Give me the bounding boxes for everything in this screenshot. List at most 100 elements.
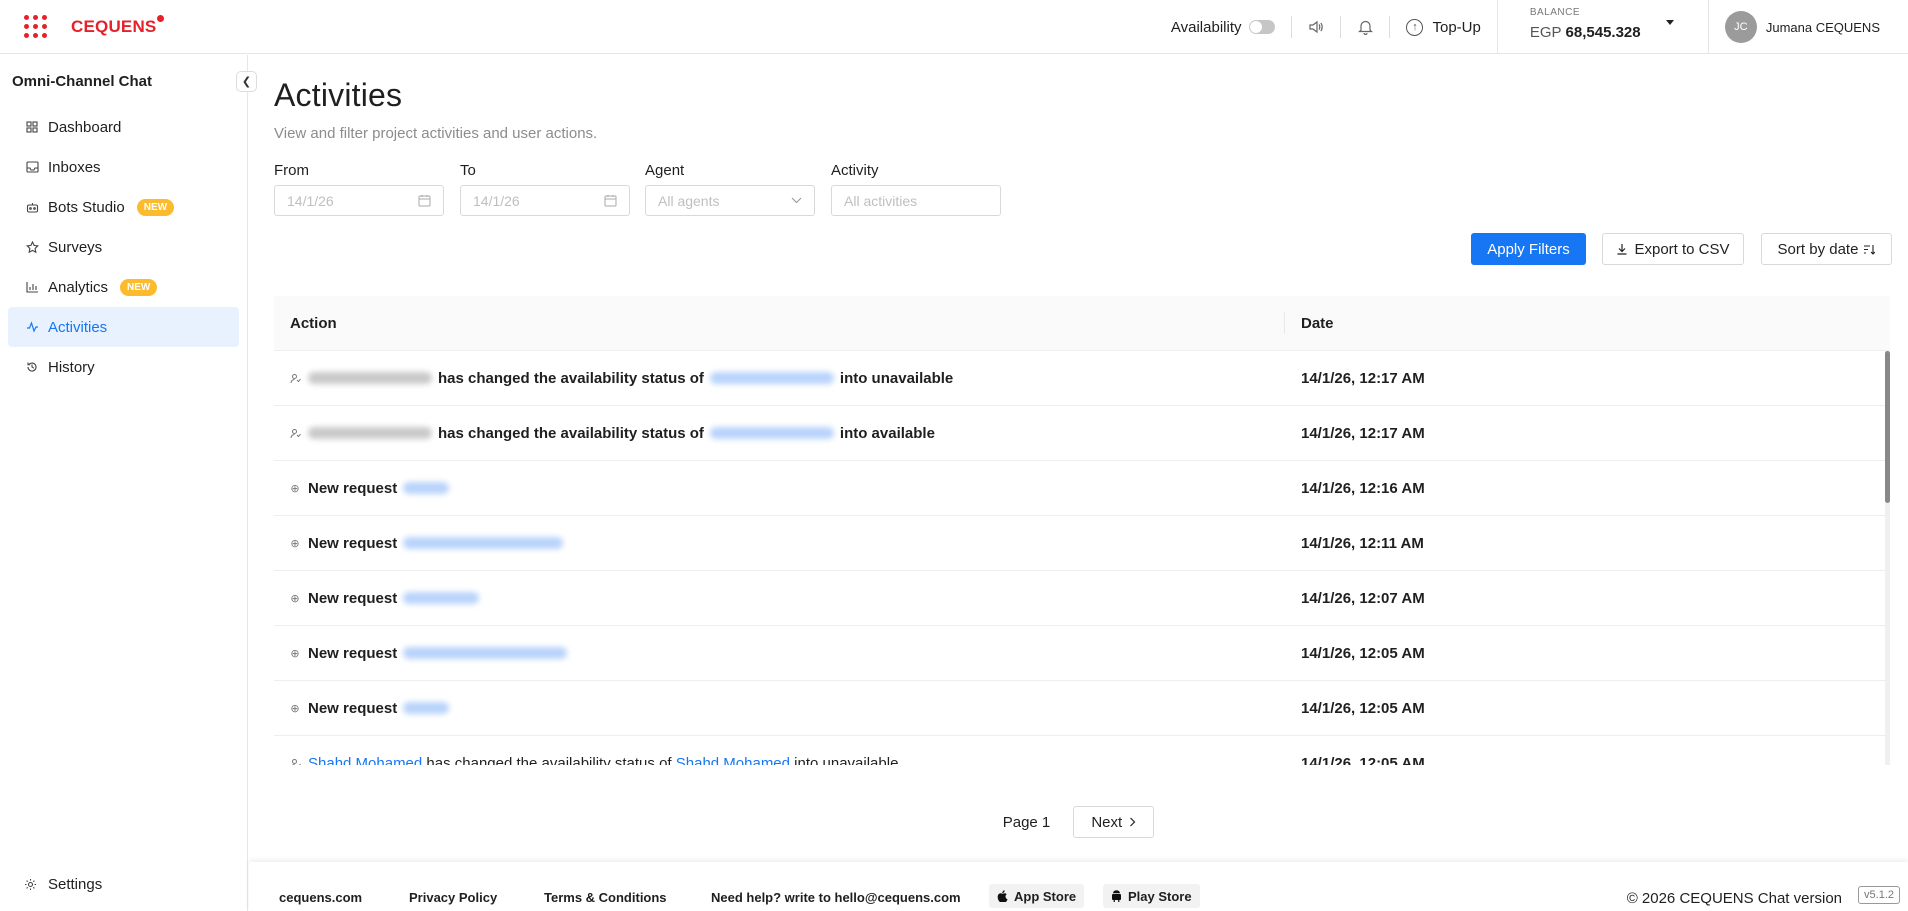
sort-by-date-button[interactable]: Sort by date bbox=[1761, 233, 1892, 265]
plus-circle-icon: ⊕ bbox=[290, 647, 300, 660]
caret-down-icon bbox=[1665, 20, 1674, 25]
calendar-icon bbox=[604, 195, 617, 207]
copyright: © 2026 CEQUENS Chat version bbox=[1626, 890, 1842, 907]
calendar-icon bbox=[418, 195, 431, 207]
action-text: has changed the availability status of bbox=[426, 754, 672, 766]
table-row: Shahd Mohamed has changed the availabili… bbox=[274, 736, 1890, 765]
to-filter: To 14/1/26 bbox=[460, 162, 630, 216]
action-text: New request bbox=[308, 699, 398, 717]
row-date: 14/1/26, 12:05 AM bbox=[1301, 644, 1425, 662]
agent-select[interactable]: All agents bbox=[645, 185, 815, 216]
redacted-request-link[interactable] bbox=[403, 592, 480, 604]
footer-link-terms[interactable]: Terms & Conditions bbox=[544, 890, 667, 905]
apply-filters-button[interactable]: Apply Filters bbox=[1471, 233, 1586, 265]
sidebar-item-label: Surveys bbox=[48, 238, 103, 256]
action-text: New request bbox=[308, 644, 398, 662]
redacted-request-link[interactable] bbox=[403, 537, 564, 549]
from-date-input[interactable]: 14/1/26 bbox=[274, 185, 444, 216]
to-date-input[interactable]: 14/1/26 bbox=[460, 185, 630, 216]
redacted-request-link[interactable] bbox=[403, 482, 450, 494]
table-row: ⊕ New request 14/1/26, 12:07 AM bbox=[274, 571, 1890, 626]
sidebar-item-bots-studio[interactable]: Bots Studio NEW bbox=[8, 187, 239, 227]
chevron-left-icon: ❮ bbox=[241, 76, 252, 88]
balance-dropdown[interactable]: BALANCE EGP 68,545.328 bbox=[1496, 0, 1709, 54]
action-text: has changed the availability status of bbox=[438, 424, 704, 442]
avatar: JC bbox=[1724, 11, 1757, 43]
sidebar-nav: Dashboard Inboxes Bots Studio NEW Survey… bbox=[0, 107, 247, 387]
sidebar-item-settings[interactable]: Settings bbox=[8, 864, 240, 904]
agent-filter: Agent All agents bbox=[645, 162, 815, 216]
redacted-target-name[interactable] bbox=[709, 427, 834, 439]
logo[interactable]: CEQUENS bbox=[24, 14, 165, 39]
export-csv-button[interactable]: Export to CSV bbox=[1602, 233, 1744, 265]
bar-chart-icon bbox=[24, 281, 40, 293]
play-store-button[interactable]: Play Store bbox=[1103, 884, 1200, 908]
to-label: To bbox=[460, 162, 476, 179]
action-text: New request bbox=[308, 479, 398, 497]
user-menu[interactable]: JC Jumana CEQUENS bbox=[1709, 0, 1908, 54]
version-badge: v5.1.2 bbox=[1858, 886, 1900, 904]
action-suffix: into unavailable bbox=[839, 369, 954, 387]
brand-name: CEQUENS bbox=[71, 16, 157, 36]
activity-placeholder: All activities bbox=[844, 192, 918, 209]
sidebar-item-history[interactable]: History bbox=[8, 347, 239, 387]
sidebar-item-analytics[interactable]: Analytics NEW bbox=[8, 267, 239, 307]
user-name: Jumana CEQUENS bbox=[1765, 19, 1880, 35]
footer: cequens.com Privacy Policy Terms & Condi… bbox=[249, 862, 1908, 911]
app-store-button[interactable]: App Store bbox=[989, 884, 1085, 908]
activity-input[interactable]: All activities bbox=[831, 185, 1001, 216]
collapse-sidebar-button[interactable]: ❮ bbox=[236, 71, 257, 92]
gear-icon bbox=[24, 878, 40, 891]
notifications-button[interactable] bbox=[1341, 0, 1389, 54]
row-date: 14/1/26, 12:17 AM bbox=[1301, 369, 1425, 387]
agent-link[interactable]: Shahd Mohamed bbox=[308, 755, 422, 766]
sidebar-item-label: Analytics bbox=[48, 278, 109, 296]
balance-label: BALANCE bbox=[1529, 7, 1581, 18]
from-filter: From 14/1/26 bbox=[274, 162, 444, 216]
new-badge: NEW bbox=[136, 198, 175, 216]
date-column-header: Date bbox=[1301, 314, 1334, 332]
redacted-request-link[interactable] bbox=[403, 702, 450, 714]
footer-link-privacy[interactable]: Privacy Policy bbox=[409, 890, 497, 905]
sidebar: Omni-Channel Chat ❮ Dashboard Inboxes Bo… bbox=[0, 55, 257, 911]
main-content: Activities View and filter project activ… bbox=[249, 55, 1908, 861]
target-link[interactable]: Shahd Mohamed bbox=[676, 755, 790, 766]
sidebar-item-inboxes[interactable]: Inboxes bbox=[8, 147, 239, 187]
sidebar-item-label: History bbox=[48, 358, 95, 376]
settings-label: Settings bbox=[48, 875, 103, 893]
brand-dot bbox=[157, 15, 165, 22]
availability-toggle[interactable] bbox=[1249, 20, 1276, 34]
topup-label: Top-Up bbox=[1432, 18, 1481, 36]
sound-button[interactable] bbox=[1292, 0, 1340, 54]
plus-circle-icon: ⊕ bbox=[290, 592, 300, 605]
footer-link-site[interactable]: cequens.com bbox=[279, 890, 362, 905]
topup-button[interactable]: ↑ Top-Up bbox=[1390, 18, 1496, 36]
redacted-request-link[interactable] bbox=[403, 647, 568, 659]
sidebar-item-dashboard[interactable]: Dashboard bbox=[8, 107, 239, 147]
next-page-button[interactable]: Next bbox=[1073, 806, 1155, 838]
plus-circle-icon: ⊕ bbox=[290, 537, 300, 550]
table-scrollbar[interactable] bbox=[1885, 351, 1890, 765]
availability-label: Availability bbox=[1170, 18, 1242, 36]
scrollbar-thumb[interactable] bbox=[1885, 351, 1890, 503]
inbox-icon bbox=[24, 161, 40, 173]
sidebar-item-label: Activities bbox=[48, 318, 108, 336]
from-date-placeholder: 14/1/26 bbox=[287, 192, 334, 209]
sidebar-item-surveys[interactable]: Surveys bbox=[8, 227, 239, 267]
redacted-target-name[interactable] bbox=[709, 372, 834, 384]
apps-grid-icon[interactable] bbox=[24, 14, 48, 39]
user-status-icon bbox=[289, 758, 301, 765]
page-title: Activities bbox=[274, 77, 403, 113]
arrow-up-circle-icon: ↑ bbox=[1406, 18, 1424, 36]
sidebar-item-activities[interactable]: Activities bbox=[8, 307, 239, 347]
agent-placeholder: All agents bbox=[658, 192, 720, 209]
to-date-placeholder: 14/1/26 bbox=[473, 192, 520, 209]
table-header: Action Date bbox=[274, 296, 1890, 351]
android-icon bbox=[1112, 890, 1121, 902]
sort-label: Sort by date bbox=[1777, 240, 1859, 258]
dashboard-icon bbox=[24, 121, 40, 133]
balance-currency: EGP bbox=[1529, 24, 1562, 41]
table-row: has changed the availability status of i… bbox=[274, 406, 1890, 461]
footer-help-email[interactable]: Need help? write to hello@cequens.com bbox=[711, 890, 961, 905]
sidebar-item-label: Inboxes bbox=[48, 158, 101, 176]
